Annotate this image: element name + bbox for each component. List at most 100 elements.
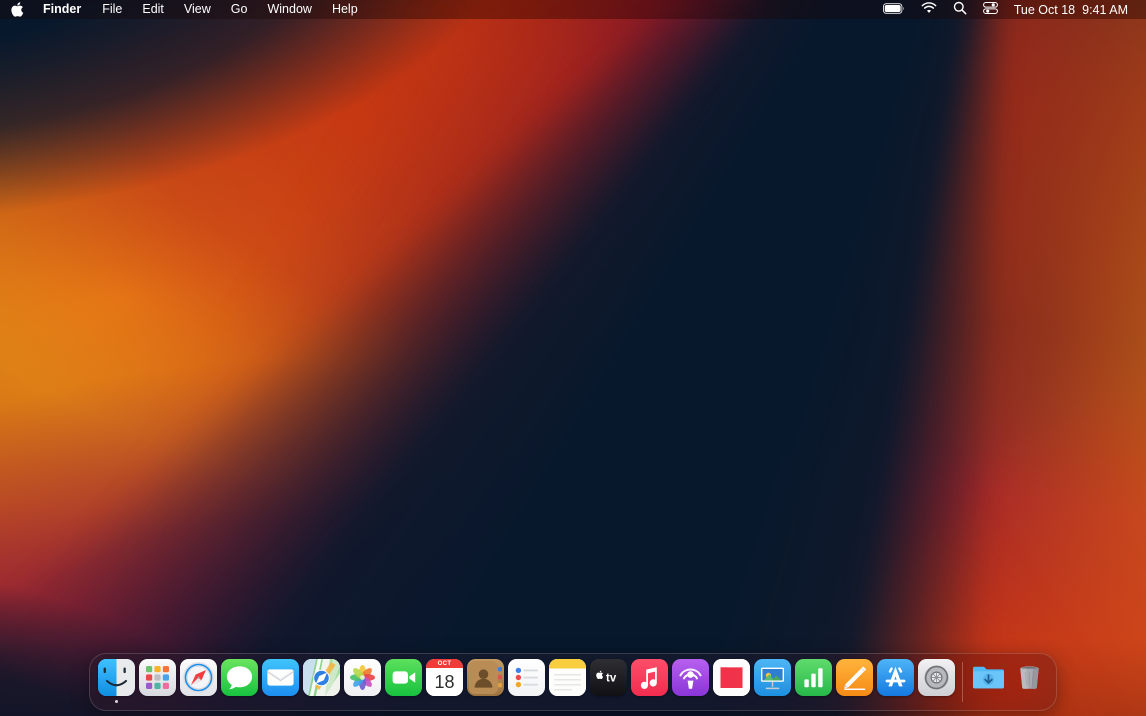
menu-item-edit[interactable]: Edit [132, 0, 174, 19]
running-indicator-launchpad [156, 700, 160, 704]
running-indicator-news [730, 700, 734, 704]
running-indicator-notes [566, 700, 570, 704]
running-indicator-appletv [607, 700, 611, 704]
running-indicator-reminders [525, 700, 529, 704]
wifi-status-button[interactable] [913, 0, 945, 19]
dock-separator [962, 662, 963, 702]
clock-date: Tue Oct 18 [1013, 2, 1076, 17]
dock-item-music[interactable] [629, 659, 670, 705]
dock-item-calendar[interactable]: OCT 18 [424, 659, 465, 705]
menu-item-file[interactable]: File [92, 0, 132, 19]
running-indicator-contacts [484, 700, 488, 704]
trash-icon [1011, 659, 1048, 696]
clock-time: 9:41 AM [1082, 2, 1128, 17]
dock-item-notes[interactable] [547, 659, 588, 705]
running-indicator-pages [853, 700, 857, 704]
running-indicator-appstore [894, 700, 898, 704]
dock-item-trash[interactable] [1009, 659, 1050, 705]
facetime-icon [385, 659, 422, 696]
dock-item-maps[interactable] [301, 659, 342, 705]
mail-icon [262, 659, 299, 696]
pages-icon [836, 659, 873, 696]
launchpad-icon [139, 659, 176, 696]
running-indicator-finder [114, 699, 119, 703]
system-settings-gear-icon [918, 659, 955, 696]
running-indicator-systemsettings [935, 700, 939, 704]
reminders-icon [508, 659, 545, 696]
control-center-icon [982, 2, 998, 17]
dock-item-appletv[interactable]: tv [588, 659, 629, 705]
dock-item-numbers[interactable] [793, 659, 834, 705]
dock-item-messages[interactable] [219, 659, 260, 705]
running-indicator-safari [197, 700, 201, 704]
dock-item-launchpad[interactable] [137, 659, 178, 705]
calendar-day-label: 18 [434, 671, 455, 692]
dock-item-keynote[interactable] [752, 659, 793, 705]
control-center-button[interactable] [975, 0, 1006, 19]
menu-item-view[interactable]: View [174, 0, 221, 19]
menu-item-go[interactable]: Go [221, 0, 258, 19]
spotlight-search-button[interactable] [945, 0, 975, 19]
maps-icon [303, 659, 340, 696]
search-icon [953, 1, 967, 18]
dock-item-photos[interactable] [342, 659, 383, 705]
dock-item-appstore[interactable] [875, 659, 916, 705]
calendar-icon: OCT 18 [426, 659, 463, 696]
running-indicator-downloads [987, 700, 991, 704]
running-indicator-numbers [812, 700, 816, 704]
dock-item-safari[interactable] [178, 659, 219, 705]
dock-item-contacts[interactable] [465, 659, 506, 705]
running-indicator-podcasts [689, 700, 693, 704]
apple-logo-icon [11, 2, 24, 17]
dock-item-downloads[interactable] [968, 659, 1009, 705]
dock-container: OCT 18 tv [0, 653, 1146, 711]
photos-icon [344, 659, 381, 696]
safari-icon [180, 659, 217, 696]
desktop-wallpaper [0, 0, 1146, 716]
wallpaper-bottom-vignette [0, 0, 1146, 716]
running-indicator-maps [320, 700, 324, 704]
running-indicator-photos [361, 700, 365, 704]
contacts-icon [467, 659, 504, 696]
messages-icon [221, 659, 258, 696]
dock-item-news[interactable] [711, 659, 752, 705]
apple-menu-button[interactable] [0, 0, 34, 19]
menu-bar-clock[interactable]: Tue Oct 18 9:41 AM [1006, 3, 1134, 17]
dock-item-pages[interactable] [834, 659, 875, 705]
notes-icon [549, 659, 586, 696]
menu-bar-status-area: Tue Oct 18 9:41 AM [875, 0, 1138, 19]
menu-item-window[interactable]: Window [257, 0, 321, 19]
dock-item-mail[interactable] [260, 659, 301, 705]
running-indicator-facetime [402, 700, 406, 704]
running-indicator-mail [279, 700, 283, 704]
running-indicator-messages [238, 700, 242, 704]
downloads-folder-icon [970, 659, 1007, 696]
running-indicator-keynote [771, 700, 775, 704]
menu-item-finder[interactable]: Finder [34, 0, 92, 19]
appstore-icon [877, 659, 914, 696]
numbers-icon [795, 659, 832, 696]
calendar-month-label: OCT [437, 660, 452, 667]
finder-icon [98, 659, 135, 696]
music-icon [631, 659, 668, 696]
dock-item-systemsettings[interactable] [916, 659, 957, 705]
appletv-icon: tv [590, 659, 627, 696]
dock-item-finder[interactable] [96, 659, 137, 705]
svg-text:tv: tv [606, 673, 617, 685]
running-indicator-music [648, 700, 652, 704]
dock: OCT 18 tv [89, 653, 1057, 711]
running-indicator-calendar [443, 700, 447, 704]
battery-status-button[interactable] [875, 0, 913, 19]
menu-item-help[interactable]: Help [322, 0, 368, 19]
wifi-icon [921, 2, 937, 17]
running-indicator-trash [1028, 700, 1032, 704]
menu-bar: Finder File Edit View Go Window Help Tue… [0, 0, 1146, 19]
dock-item-facetime[interactable] [383, 659, 424, 705]
podcasts-icon [672, 659, 709, 696]
menu-bar-left: Finder File Edit View Go Window Help [0, 0, 368, 19]
news-icon [713, 659, 750, 696]
keynote-icon [754, 659, 791, 696]
dock-item-reminders[interactable] [506, 659, 547, 705]
battery-icon [882, 2, 905, 17]
dock-item-podcasts[interactable] [670, 659, 711, 705]
